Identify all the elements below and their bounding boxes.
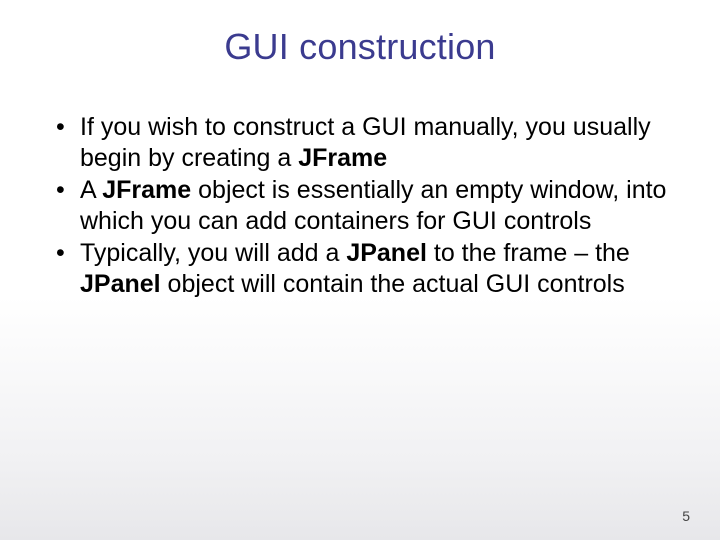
- bullet-text: object will contain the actual GUI contr…: [161, 270, 625, 298]
- bullet-bold: JFrame: [298, 144, 387, 172]
- bullet-bold: JPanel: [346, 239, 427, 267]
- bullet-text: to the frame – the: [427, 239, 630, 267]
- list-item: A JFrame object is essentially an empty …: [50, 175, 670, 236]
- bullet-text: Typically, you will add a: [80, 239, 346, 267]
- list-item: Typically, you will add a JPanel to the …: [50, 238, 670, 299]
- bullet-bold: JPanel: [80, 270, 161, 298]
- bullet-list: If you wish to construct a GUI manually,…: [50, 112, 670, 299]
- slide-title: GUI construction: [0, 0, 720, 68]
- slide: GUI construction If you wish to construc…: [0, 0, 720, 540]
- bullet-bold: JFrame: [102, 176, 191, 204]
- bullet-text: A: [80, 176, 102, 204]
- slide-body: If you wish to construct a GUI manually,…: [0, 68, 720, 299]
- list-item: If you wish to construct a GUI manually,…: [50, 112, 670, 173]
- page-number: 5: [682, 508, 690, 524]
